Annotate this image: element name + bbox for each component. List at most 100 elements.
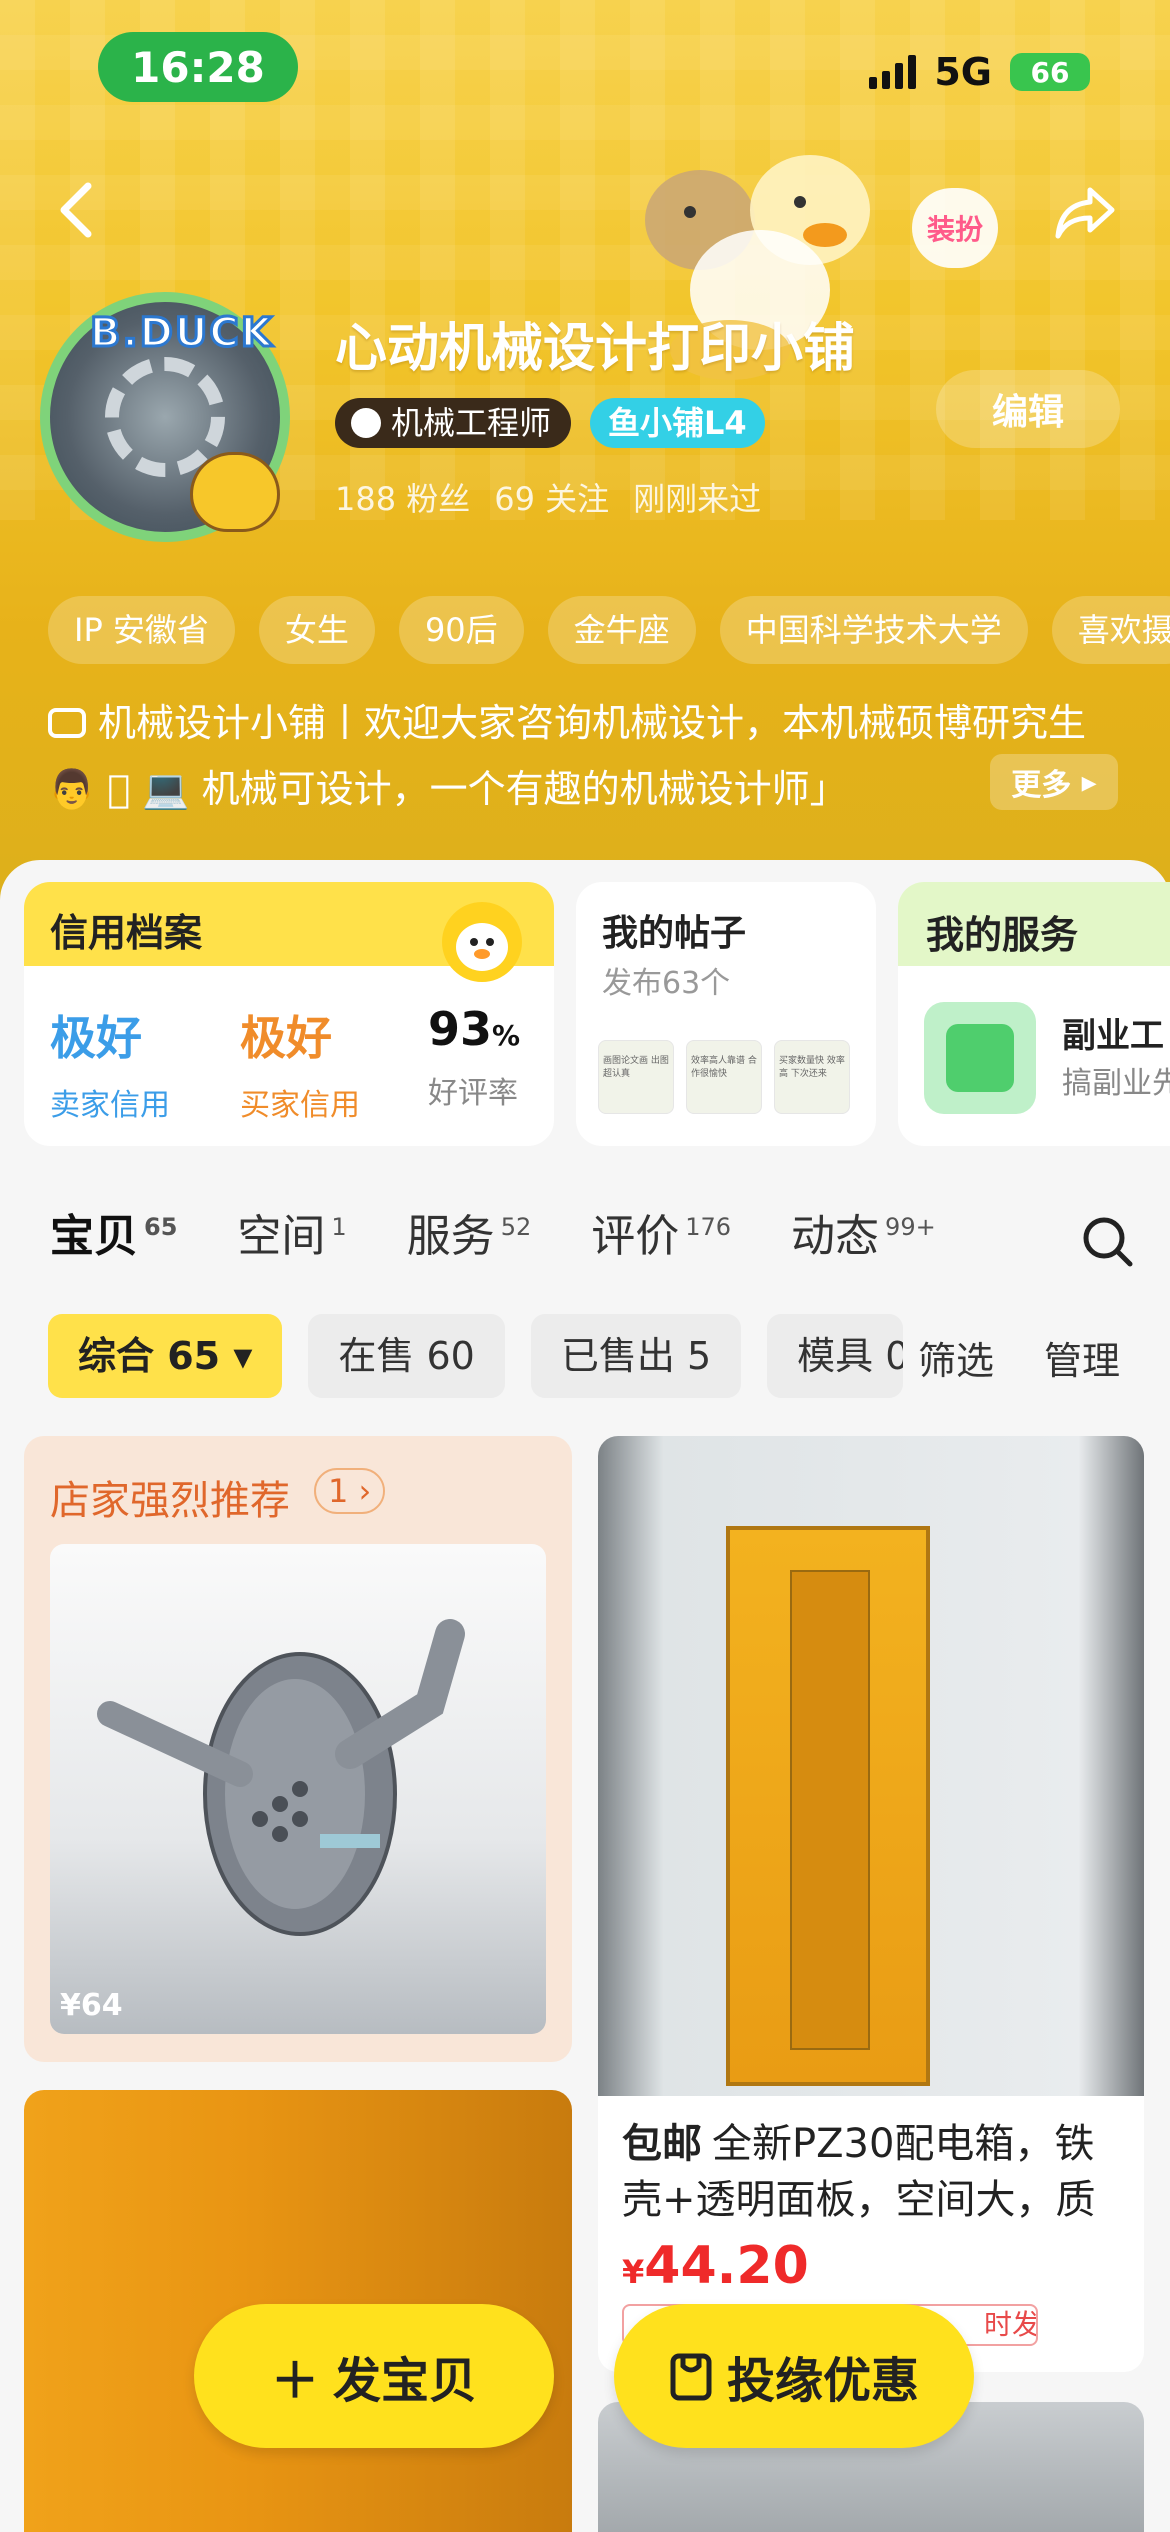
product-price: ¥44.20 <box>622 2236 809 2296</box>
duck-icon <box>190 452 280 532</box>
credit-title: 信用档案 <box>50 911 203 955</box>
credit-card[interactable]: 信用档案 极好 卖家信用 极好 买家信用 93% 好评率 <box>24 882 554 1146</box>
filter-sold[interactable]: 已售出 5 <box>530 1314 742 1398</box>
manage-button[interactable]: 管理 <box>1044 1330 1120 1385</box>
tab-count: 52 <box>500 1213 532 1241</box>
avatar[interactable]: B.DUCK <box>40 292 290 542</box>
service-desc: 搞副业先 <box>1062 1066 1170 1101</box>
recommend-title: 店家强烈推荐 <box>50 1478 290 1524</box>
chip-generation[interactable]: 90后 <box>398 596 524 664</box>
filter-on-sale[interactable]: 在售 60 <box>308 1314 505 1398</box>
tab-label: 空间 <box>237 1211 326 1262</box>
recommend-count-value: 1 <box>328 1472 349 1510</box>
battery-icon: 66 <box>1010 53 1090 91</box>
post-thumb: 买家数量快 效率高 下次还来 <box>774 1040 850 1114</box>
free-shipping-badge: 包邮 <box>622 2121 702 2167</box>
dress-up-button[interactable]: 装扮 <box>912 188 998 268</box>
back-arrow-icon[interactable] <box>52 180 102 240</box>
my-services-card[interactable]: 我的服务 副业工 搞副业先 <box>898 882 1170 1146</box>
buyer-credit-label: 买家信用 <box>240 1088 360 1123</box>
user-icon <box>351 408 381 438</box>
following-count[interactable]: 69 关注 <box>494 474 609 520</box>
tab-count: 65 <box>144 1213 178 1241</box>
edit-button[interactable]: 编辑 <box>936 370 1120 448</box>
chevron-right-icon: ▸ <box>1071 764 1097 800</box>
profile-stats: 188 粉丝 69 关注 刚刚来过 <box>335 474 761 520</box>
distribution-box-panel <box>726 1526 930 2086</box>
search-icon[interactable] <box>1080 1214 1136 1270</box>
chip-location[interactable]: IP 安徽省 <box>48 596 235 664</box>
product-price-value: 44.20 <box>644 2236 809 2296</box>
bio-text: 机械设计小铺丨欢迎大家咨询机械设计，本机械硕博研究生👨 🏻 💻 机械可设计，一个… <box>48 701 1087 811</box>
seller-credit-value: 极好 <box>50 1011 142 1065</box>
level-badge[interactable]: 鱼小铺L4 <box>590 398 765 448</box>
promo-button[interactable]: 投缘优惠 <box>614 2304 974 2448</box>
filter-bar: 综合 65 ▾ 在售 60 已售出 5 模具 0 <box>48 1314 904 1398</box>
post-item-label: 发宝贝 <box>333 2353 478 2409</box>
shop-name: 心动机械设计打印小铺 <box>335 319 856 379</box>
content-tabs: 宝贝 65 空间 1 服务 52 评价 176 动态 99+ <box>50 1200 936 1264</box>
battery-level: 66 <box>1030 55 1070 89</box>
tab-count: 99+ <box>885 1213 936 1241</box>
recommended-section[interactable]: 店家强烈推荐 1 › ¥64 <box>24 1436 572 2062</box>
tab-label: 评价 <box>591 1211 680 1262</box>
tab-items[interactable]: 宝贝 65 <box>50 1200 177 1264</box>
posts-subtitle: 发布63个 <box>602 966 731 1001</box>
product-card[interactable]: 包邮全新PZ30配电箱，铁壳+透明面板，空间大，质 ¥44.20 时发货 <box>598 1436 1144 2372</box>
product-title: 包邮 全新PZ30配电箱，铁壳+透明面板，空间大，质 <box>622 2116 1122 2228</box>
shop-icon <box>48 708 86 738</box>
post-item-button[interactable]: ＋发宝贝 <box>194 2304 554 2448</box>
status-indicators: 5G 66 <box>869 50 1090 94</box>
services-title: 我的服务 <box>926 913 1079 957</box>
product-image <box>598 1436 1144 2096</box>
filter-molds[interactable]: 模具 0 <box>767 1314 904 1398</box>
buyer-credit-value: 极好 <box>240 1011 332 1065</box>
status-time: 16:28 <box>98 32 298 102</box>
network-type: 5G <box>934 50 992 94</box>
coupon-icon <box>670 2353 712 2401</box>
post-thumb: 效率高人靠谱 合作很愉快 <box>686 1040 762 1114</box>
posts-title: 我的帖子 <box>602 913 747 954</box>
dress-up-label: 装扮 <box>926 213 983 246</box>
tab-reviews[interactable]: 评价 176 <box>591 1200 731 1264</box>
bio-more-label: 更多 <box>1011 768 1072 803</box>
bio-more-button[interactable]: 更多 ▸ <box>990 754 1118 810</box>
tab-activity[interactable]: 动态 99+ <box>791 1200 936 1264</box>
signal-icon <box>869 55 917 89</box>
my-posts-card[interactable]: 我的帖子 发布63个 画图论文画 出图超认真 效率高人靠谱 合作很愉快 买家数量… <box>576 882 876 1146</box>
promo-label: 投缘优惠 <box>726 2353 919 2409</box>
panel-inner <box>790 1570 870 2050</box>
positive-rate-value: 93 <box>428 1002 493 1056</box>
chip-gender[interactable]: 女生 <box>258 596 375 664</box>
role-tag-label: 机械工程师 <box>391 404 552 442</box>
tab-label: 宝贝 <box>50 1211 138 1262</box>
tab-label: 动态 <box>791 1211 880 1262</box>
tab-space[interactable]: 空间 1 <box>237 1200 346 1264</box>
star-icon <box>924 1002 1036 1114</box>
product-image[interactable] <box>50 1544 546 2034</box>
service-name: 副业工 <box>1062 1016 1164 1056</box>
chip-school[interactable]: 中国科学技术大学 <box>719 596 1028 664</box>
tab-services[interactable]: 服务 52 <box>407 1200 532 1264</box>
bio: 机械设计小铺丨欢迎大家咨询机械设计，本机械硕博研究生👨 🏻 💻 机械可设计，一个… <box>48 690 1128 822</box>
share-icon[interactable] <box>1052 180 1118 246</box>
positive-rate: 93% 好评率 <box>428 1002 520 1112</box>
fans-count[interactable]: 188 粉丝 <box>335 474 470 520</box>
chip-zodiac[interactable]: 金牛座 <box>547 596 696 664</box>
positive-rate-unit: % <box>492 1019 521 1052</box>
chip-hobby[interactable]: 喜欢摄 <box>1051 596 1170 664</box>
posts-thumbnails: 画图论文画 出图超认真 效率高人靠谱 合作很愉快 买家数量快 效率高 下次还来 <box>598 1040 850 1114</box>
tab-label: 服务 <box>406 1211 495 1262</box>
post-thumb: 画图论文画 出图超认真 <box>598 1040 674 1114</box>
filter-all[interactable]: 综合 65 ▾ <box>48 1314 283 1398</box>
recommend-price: ¥64 <box>60 1988 123 2023</box>
seller-credit: 极好 卖家信用 <box>50 1002 170 1124</box>
recommend-count[interactable]: 1 › <box>314 1468 386 1514</box>
tab-count: 176 <box>685 1213 732 1241</box>
tab-count: 1 <box>331 1213 347 1241</box>
chevron-right-icon: › <box>348 1472 372 1510</box>
currency-symbol: ¥ <box>622 2253 645 2291</box>
filter-button[interactable]: 筛选 <box>918 1330 994 1385</box>
role-tag[interactable]: 机械工程师 <box>335 398 572 448</box>
mechanical-part-illustration <box>97 1619 465 1936</box>
